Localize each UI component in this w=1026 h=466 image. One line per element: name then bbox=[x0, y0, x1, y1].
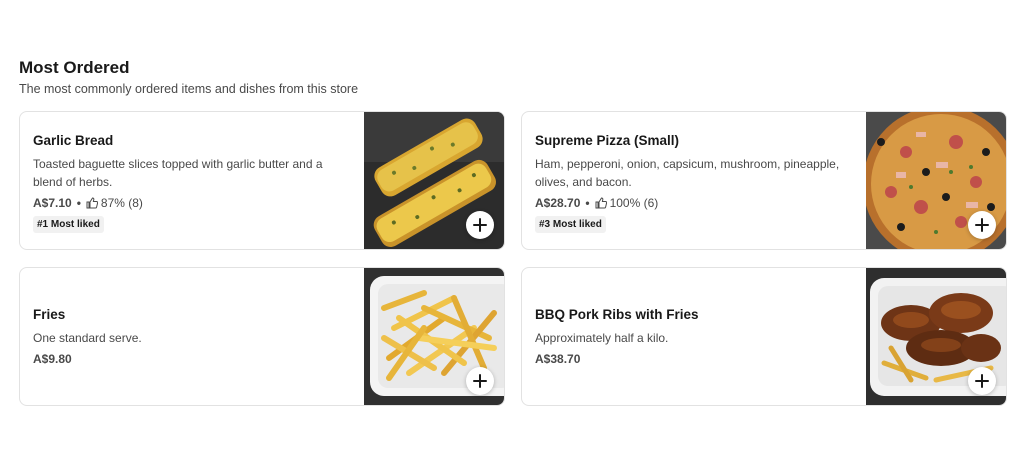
item-meta: A$28.70 • 100% (6) bbox=[535, 194, 855, 212]
separator-dot: • bbox=[76, 196, 81, 210]
item-name: BBQ Pork Ribs with Fries bbox=[535, 306, 699, 322]
item-name: Fries bbox=[33, 306, 66, 322]
items-grid: Garlic Bread Toasted baguette slices top… bbox=[19, 111, 1007, 406]
item-price: A$38.70 bbox=[535, 351, 581, 366]
card-text: Garlic Bread Toasted baguette slices top… bbox=[33, 112, 353, 249]
item-rating: 100% (6) bbox=[609, 196, 659, 210]
item-price: A$7.10 bbox=[33, 196, 72, 210]
item-meta: A$38.70 bbox=[535, 350, 855, 368]
menu-item-card-supreme-pizza[interactable]: Supreme Pizza (Small) Ham, pepperoni, on… bbox=[521, 111, 1007, 250]
most-ordered-section: Most Ordered The most commonly ordered i… bbox=[19, 58, 1007, 97]
plus-icon bbox=[473, 374, 487, 388]
item-description: Toasted baguette slices topped with garl… bbox=[33, 157, 323, 189]
card-text: Fries One standard serve. A$9.80 bbox=[33, 268, 353, 405]
item-price: A$9.80 bbox=[33, 351, 72, 366]
section-subtitle: The most commonly ordered items and dish… bbox=[19, 82, 359, 96]
item-meta: A$7.10 • 87% (8) bbox=[33, 194, 353, 212]
item-description: Approximately half a kilo. bbox=[535, 330, 669, 345]
add-item-button[interactable] bbox=[968, 211, 996, 239]
section-title: Most Ordered bbox=[19, 58, 130, 77]
item-meta: A$9.80 bbox=[33, 350, 353, 368]
card-text: Supreme Pizza (Small) Ham, pepperoni, on… bbox=[535, 112, 855, 249]
menu-item-card-bbq-pork-ribs[interactable]: BBQ Pork Ribs with Fries Approximately h… bbox=[521, 267, 1007, 406]
item-name: Garlic Bread bbox=[33, 133, 114, 148]
card-text: BBQ Pork Ribs with Fries Approximately h… bbox=[535, 268, 855, 405]
plus-icon bbox=[473, 218, 487, 232]
thumbs-up-icon bbox=[595, 197, 607, 209]
add-item-button[interactable] bbox=[466, 367, 494, 395]
item-rating: 87% (8) bbox=[100, 196, 143, 210]
menu-item-card-garlic-bread[interactable]: Garlic Bread Toasted baguette slices top… bbox=[19, 111, 505, 250]
item-price: A$28.70 bbox=[535, 196, 581, 210]
item-name: Supreme Pizza (Small) bbox=[535, 133, 680, 148]
thumbs-up-icon bbox=[86, 197, 98, 209]
item-description: Ham, pepperoni, onion, capsicum, mushroo… bbox=[535, 157, 840, 189]
plus-icon bbox=[975, 218, 989, 232]
most-liked-badge: #1 Most liked bbox=[33, 216, 104, 233]
add-item-button[interactable] bbox=[466, 211, 494, 239]
add-item-button[interactable] bbox=[968, 367, 996, 395]
most-liked-badge: #3 Most liked bbox=[535, 216, 606, 233]
item-description: One standard serve. bbox=[33, 330, 142, 345]
plus-icon bbox=[975, 374, 989, 388]
separator-dot: • bbox=[585, 196, 590, 210]
menu-item-card-fries[interactable]: Fries One standard serve. A$9.80 bbox=[19, 267, 505, 406]
